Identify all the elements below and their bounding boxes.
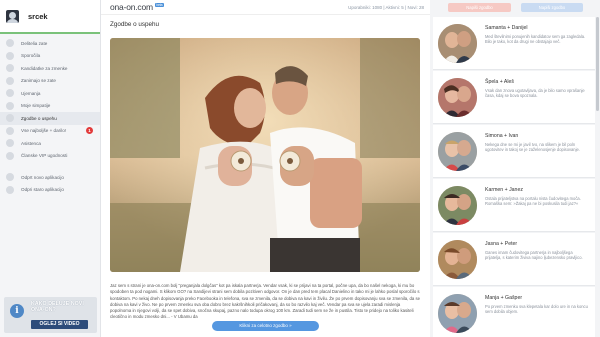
couple-photo-illustration bbox=[110, 38, 420, 272]
couple-thumbnail bbox=[438, 294, 477, 333]
story-card[interactable]: Samanta + Danijel Med številnimi ponujen… bbox=[433, 17, 595, 70]
couple-thumbnail-art bbox=[438, 78, 477, 117]
story-card-text: Med številnimi ponujenih kandidatov sem … bbox=[485, 34, 586, 45]
couple-thumbnail bbox=[438, 78, 477, 117]
phone-icon bbox=[6, 185, 14, 194]
people-icon bbox=[6, 64, 14, 73]
logo-text: ona-on.com bbox=[110, 2, 153, 12]
sidebar-item-assistance[interactable]: Asistenca bbox=[0, 137, 100, 150]
sidebar-item-label: Odpri staro aplikacijo bbox=[21, 187, 64, 193]
sidebar: srcek Delitelia zate Sporočila Kandidatk… bbox=[0, 0, 101, 337]
story-card-title: Samanta + Danijel bbox=[485, 25, 528, 31]
sidebar-item-likes[interactable]: Moje simpatije bbox=[0, 100, 100, 113]
sidebar-item-label: Moje simpatije bbox=[21, 103, 51, 109]
sidebar-item-label: Asistenca bbox=[21, 140, 41, 146]
user-header[interactable]: srcek bbox=[0, 0, 100, 34]
vip-icon bbox=[6, 151, 14, 160]
couple-thumbnail bbox=[438, 240, 477, 279]
story-card-title: Karmen + Janez bbox=[485, 187, 523, 193]
sidebar-item-label: Delitelia zate bbox=[21, 40, 48, 46]
sidebar-item-delitelia[interactable]: Delitelia zate bbox=[0, 37, 100, 50]
couple-thumbnail-art bbox=[438, 24, 477, 63]
watch-video-button[interactable]: OGLEJ SI VIDEO bbox=[31, 320, 88, 329]
book-icon bbox=[6, 114, 14, 123]
site-stats: Uporabniki: 1080 | Aktivni: 5 | Novi: 28 bbox=[348, 4, 424, 10]
couple-thumbnail-art bbox=[438, 132, 477, 171]
sidebar-item-success-stories[interactable]: Zgodbe o uspehu bbox=[0, 112, 100, 125]
couple-thumbnail bbox=[438, 132, 477, 171]
couple-photo bbox=[110, 38, 420, 272]
sidebar-item-label: Zgodbe o uspehu bbox=[21, 115, 57, 121]
heart-icon bbox=[6, 39, 14, 48]
top-bar: ona-on.com beta Uporabniki: 1080 | Aktivn… bbox=[101, 0, 430, 15]
write-story-button[interactable]: Napiši zgodbo bbox=[448, 3, 511, 12]
couple-thumbnail-art bbox=[438, 294, 477, 333]
story-card[interactable]: Simona + Ivan Nekega dne se mi je javil … bbox=[433, 125, 595, 178]
stories-panel-header: Napiši zgodbo Napiši zgodbo bbox=[430, 0, 600, 15]
sidebar-item-old-app[interactable]: Odpri staro aplikacijo bbox=[0, 184, 100, 197]
story-card-title: Jasna + Peter bbox=[485, 241, 518, 247]
couple-thumbnail bbox=[438, 24, 477, 63]
story-card-text: Nekega dne se mi je javil Ivo, na slikem… bbox=[485, 142, 580, 153]
read-full-story-button[interactable]: Klikni za celotno zgodbo » bbox=[212, 321, 319, 331]
write-story-button-2[interactable]: Napiši zgodbo bbox=[521, 3, 583, 12]
scrollbar[interactable] bbox=[596, 17, 599, 111]
story-text: Jaz sem s strani je ona-on.com bolj "pre… bbox=[110, 283, 421, 320]
story-card-text: Ganes imam čudovitega partnerja in najbo… bbox=[485, 250, 583, 261]
message-icon bbox=[6, 51, 14, 60]
promo-title: KAKO DELUJE NOVI ONA-ON? bbox=[31, 301, 84, 314]
story-card[interactable]: Manja + Gašper Po prvem zmenku sva klepe… bbox=[433, 287, 595, 337]
info-icon: i bbox=[10, 304, 24, 318]
story-card[interactable]: Karmen + Janez Ostala prijateljstva na p… bbox=[433, 179, 595, 232]
couple-thumbnail bbox=[438, 186, 477, 225]
sidebar-item-label: Sporočila bbox=[21, 53, 41, 59]
help-icon bbox=[6, 139, 14, 148]
eye-icon bbox=[6, 76, 14, 85]
couple-thumbnail-art bbox=[438, 240, 477, 279]
avatar[interactable] bbox=[6, 9, 19, 23]
gift-icon bbox=[6, 126, 14, 135]
logo-badge: beta bbox=[154, 3, 164, 7]
story-card-text: Ostala prijateljstva na portalu nista ču… bbox=[485, 196, 581, 207]
stories-panel: Napiši zgodbo Napiši zgodbo Samanta + Da… bbox=[430, 0, 600, 337]
match-icon bbox=[6, 89, 14, 98]
username[interactable]: srcek bbox=[28, 12, 48, 21]
sidebar-item-label: Odprt novo aplikacijo bbox=[21, 174, 64, 180]
star-icon bbox=[6, 101, 14, 110]
story-card-title: Simona + Ivan bbox=[485, 133, 519, 139]
sidebar-item-label: Ujemanja bbox=[21, 90, 41, 96]
main-content: ona-on.com beta Uporabniki: 1080 | Aktivn… bbox=[101, 0, 430, 337]
sidebar-item-label: Zanimajo se zate bbox=[21, 78, 56, 84]
story-card-text: Vsak dan znova ugotavljava, da je bilo s… bbox=[485, 88, 585, 99]
couple-thumbnail-art bbox=[438, 186, 477, 225]
video-promo[interactable]: i KAKO DELUJE NOVI ONA-ON? OGLEJ SI VIDE… bbox=[4, 297, 97, 333]
sidebar-item-vip[interactable]: Članske VIP ugodnosti bbox=[0, 150, 100, 163]
sidebar-item-label: Članske VIP ugodnosti bbox=[21, 153, 68, 159]
sidebar-item-messages[interactable]: Sporočila bbox=[0, 50, 100, 63]
story-card-title: Manja + Gašper bbox=[485, 295, 523, 301]
story-card[interactable]: Jasna + Peter Ganes imam čudovitega part… bbox=[433, 233, 595, 286]
story-card[interactable]: Špela + Aleš Vsak dan znova ugotavljava,… bbox=[433, 71, 595, 124]
logo[interactable]: ona-on.com beta bbox=[110, 2, 164, 12]
notification-badge: 1 bbox=[86, 127, 93, 135]
sidebar-item-matches[interactable]: Ujemanja bbox=[0, 87, 100, 100]
story-card-text: Po prvem zmenku sva klepetala kar dolo u… bbox=[485, 304, 588, 315]
sidebar-item-label: Vse najboljše + darilo! bbox=[21, 128, 67, 134]
sidebar-nav: Delitelia zate Sporočila Kandidatke za z… bbox=[0, 34, 100, 196]
sidebar-item-gift[interactable]: Vse najboljše + darilo! 1 bbox=[0, 125, 100, 138]
sidebar-item-new-app[interactable]: Odprt novo aplikacijo bbox=[0, 171, 100, 184]
phone-icon bbox=[6, 173, 14, 182]
sidebar-item-label: Kandidatke za zmenke bbox=[21, 65, 68, 71]
story-card-title: Špela + Aleš bbox=[485, 79, 514, 85]
sidebar-item-interested[interactable]: Zanimajo se zate bbox=[0, 75, 100, 88]
sidebar-item-candidates[interactable]: Kandidatke za zmenke bbox=[0, 62, 100, 75]
